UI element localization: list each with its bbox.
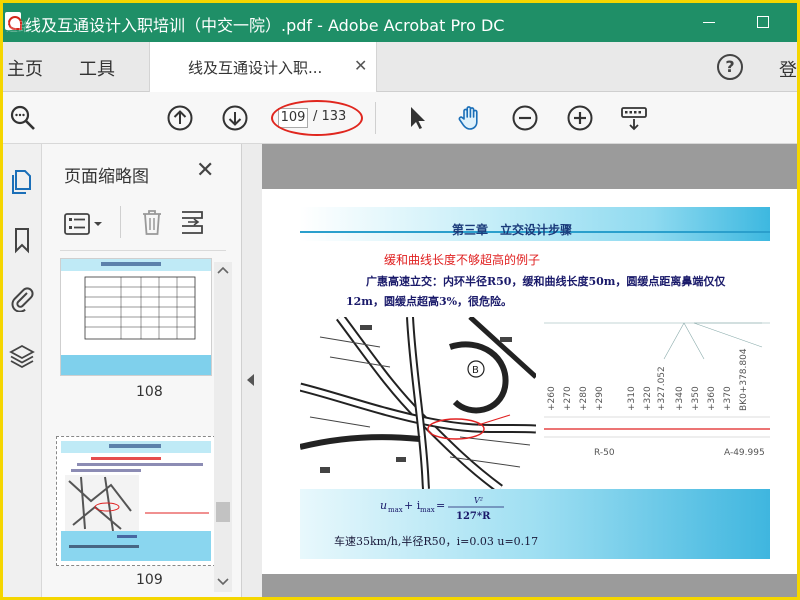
next-page-icon[interactable]	[221, 104, 249, 132]
page-gap-bottom	[262, 574, 797, 597]
panel-collapse-handle[interactable]	[242, 144, 262, 597]
keyboard-icon[interactable]	[620, 104, 648, 132]
search-icon[interactable]	[9, 104, 37, 132]
svg-text:BK0+378.804: BK0+378.804	[739, 348, 749, 411]
zoom-in-icon[interactable]	[566, 104, 594, 132]
formula-right: 127*R	[456, 511, 491, 522]
thumbnail-109-preview	[61, 441, 211, 561]
thumbnail-scrollbar[interactable]	[214, 262, 232, 592]
left-tool-rail	[3, 144, 42, 597]
layers-icon[interactable]	[8, 342, 36, 370]
thumbnail-108-preview	[61, 259, 211, 375]
page-thumbnail-109[interactable]	[56, 436, 216, 566]
zoom-out-icon[interactable]	[511, 104, 539, 132]
svg-text:+290: +290	[595, 386, 605, 411]
hand-tool-icon[interactable]	[456, 104, 484, 132]
page-thumbnail-108[interactable]	[60, 258, 212, 376]
maximize-button[interactable]	[757, 16, 769, 28]
svg-text:+320: +320	[643, 386, 653, 411]
svg-text:A-49.995: A-49.995	[724, 448, 765, 458]
svg-text:B: B	[472, 365, 479, 376]
chapter-title: 第三章 立交设计步骤	[452, 223, 573, 237]
login-link[interactable]: 登	[779, 56, 797, 82]
panel-title: 页面缩略图	[64, 167, 149, 187]
panel-toolbar-separator	[120, 206, 121, 238]
delete-page-icon[interactable]	[140, 208, 164, 236]
document-tab-label: 线及互通设计入职...	[188, 59, 323, 77]
svg-text:+327.052: +327.052	[657, 366, 667, 411]
close-tab-icon[interactable]: ✕	[354, 56, 367, 75]
scroll-down-icon[interactable]	[217, 578, 229, 586]
thumbnail-page-number: 109	[136, 572, 163, 588]
collapse-arrow-icon	[247, 374, 254, 386]
interchange-drawing: B	[300, 317, 536, 489]
svg-text:+350: +350	[691, 386, 701, 411]
attachments-icon[interactable]	[8, 284, 36, 312]
red-highlight-ellipse	[271, 100, 363, 136]
tab-home[interactable]: 主页	[7, 55, 43, 81]
svg-text:=: =	[436, 499, 445, 512]
minimize-button[interactable]	[703, 22, 715, 23]
select-cursor-icon[interactable]	[403, 104, 431, 132]
tab-tools[interactable]: 工具	[79, 55, 115, 81]
window-title: 线及互通设计入职培训（中交一院）.pdf - Adobe Acrobat Pro…	[25, 16, 505, 35]
toolbar: 109 / 133	[3, 92, 797, 144]
superelevation-formula: u max + i max = V² 127*R	[380, 496, 504, 522]
previous-page-icon[interactable]	[166, 104, 194, 132]
bookmarks-icon[interactable]	[8, 226, 36, 254]
thumbnail-options-icon[interactable]	[64, 212, 104, 236]
svg-text:+360: +360	[707, 386, 717, 411]
slide-body-line-2: 12m，圆缓点超高3%，很危险。	[346, 295, 513, 308]
scroll-up-icon[interactable]	[217, 266, 229, 274]
pdf-page: 第三章 立交设计步骤 缓和曲线长度不够超高的例子 广惠高速立交：内环半径R50，…	[262, 189, 797, 574]
svg-text:+ i: + i	[404, 499, 421, 512]
help-icon[interactable]: ?	[717, 54, 743, 80]
tab-bar: 主页 工具 线及互通设计入职... ✕ ? 登	[3, 42, 797, 92]
tab-document[interactable]: 线及互通设计入职... ✕	[149, 42, 377, 92]
vertical-profile-diagram: +260 +270 +280 +290 +310 +320 +327.052 +…	[544, 322, 770, 458]
slide-body-line-1: 广惠高速立交：内环半径R50，缓和曲线长度50m，圆缓点距离鼻端仅仅	[366, 275, 726, 288]
page-thumbnails-panel: 页面缩略图 ✕ 108 109	[42, 144, 242, 597]
svg-text:+270: +270	[563, 386, 573, 411]
toolbar-separator	[375, 102, 376, 134]
svg-text:max: max	[420, 506, 435, 514]
insert-page-icon[interactable]	[180, 208, 206, 236]
svg-text:+260: +260	[547, 386, 557, 411]
svg-text:+370: +370	[723, 386, 733, 411]
scrollbar-thumb[interactable]	[216, 502, 230, 522]
slide-content: 第三章 立交设计步骤 缓和曲线长度不够超高的例子 广惠高速立交：内环半径R50，…	[300, 207, 770, 559]
page-gap-top	[262, 144, 797, 189]
slide-subtitle: 缓和曲线长度不够超高的例子	[384, 253, 541, 267]
page-navigator: 109 / 133	[271, 100, 363, 136]
svg-text:+340: +340	[675, 386, 685, 411]
svg-text:R-50: R-50	[594, 448, 615, 458]
svg-text:V²: V²	[474, 496, 483, 505]
svg-text:+310: +310	[627, 386, 637, 411]
acrobat-window: 线及互通设计入职培训（中交一院）.pdf - Adobe Acrobat Pro…	[3, 3, 797, 597]
svg-text:+280: +280	[579, 386, 589, 411]
watermark-text: 道路	[6, 20, 31, 34]
document-view[interactable]: 第三章 立交设计步骤 缓和曲线长度不够超高的例子 广惠高速立交：内环半径R50，…	[262, 144, 797, 597]
page-thumbnails-icon[interactable]	[8, 168, 36, 196]
title-bar: 线及互通设计入职培训（中交一院）.pdf - Adobe Acrobat Pro…	[3, 3, 797, 42]
svg-text:max: max	[388, 506, 403, 514]
thumbnail-page-number: 108	[136, 384, 163, 400]
close-panel-icon[interactable]: ✕	[196, 158, 214, 183]
speed-note: 车速35km/h,半径R50，i=0.03 u=0.17	[334, 535, 539, 548]
panel-divider	[60, 250, 226, 251]
formula-left: u	[380, 499, 387, 512]
